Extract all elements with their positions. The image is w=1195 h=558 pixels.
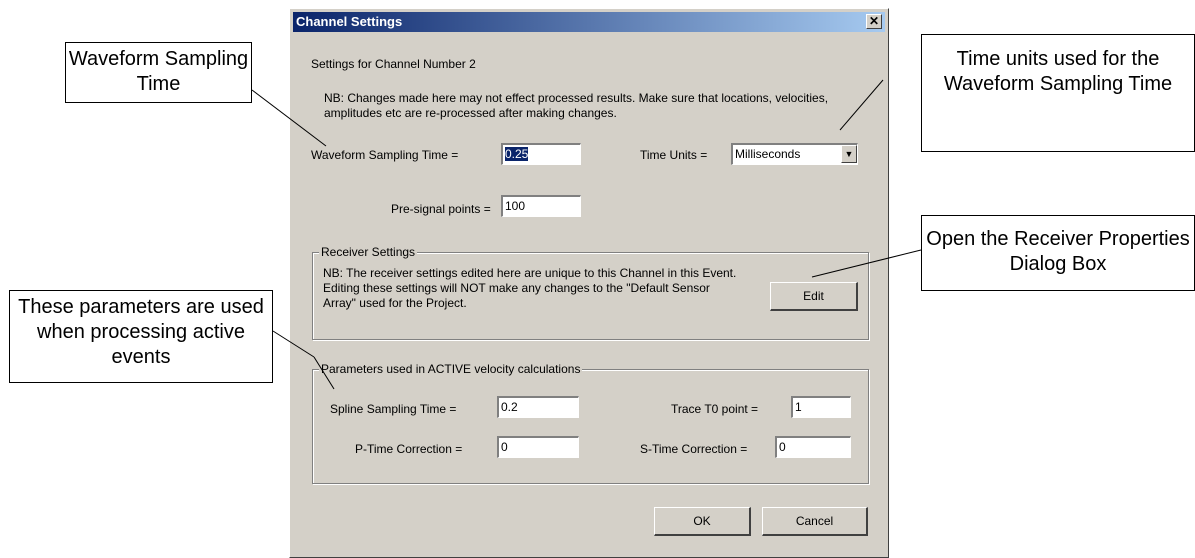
waveform-leader-line (251, 89, 327, 147)
parameters-leader-line (272, 330, 315, 358)
receiver-callout: Open the Receiver Properties Dialog Box (921, 215, 1195, 291)
waveform-callout: Waveform Sampling Time (65, 42, 252, 103)
parameters-callout: These parameters are used when processin… (9, 290, 273, 383)
parameters-leader-line-2 (313, 356, 335, 390)
time-units-callout: Time units used for the Waveform Samplin… (921, 34, 1195, 152)
receiver-leader-line (811, 249, 922, 278)
time-units-leader-line (839, 79, 884, 131)
